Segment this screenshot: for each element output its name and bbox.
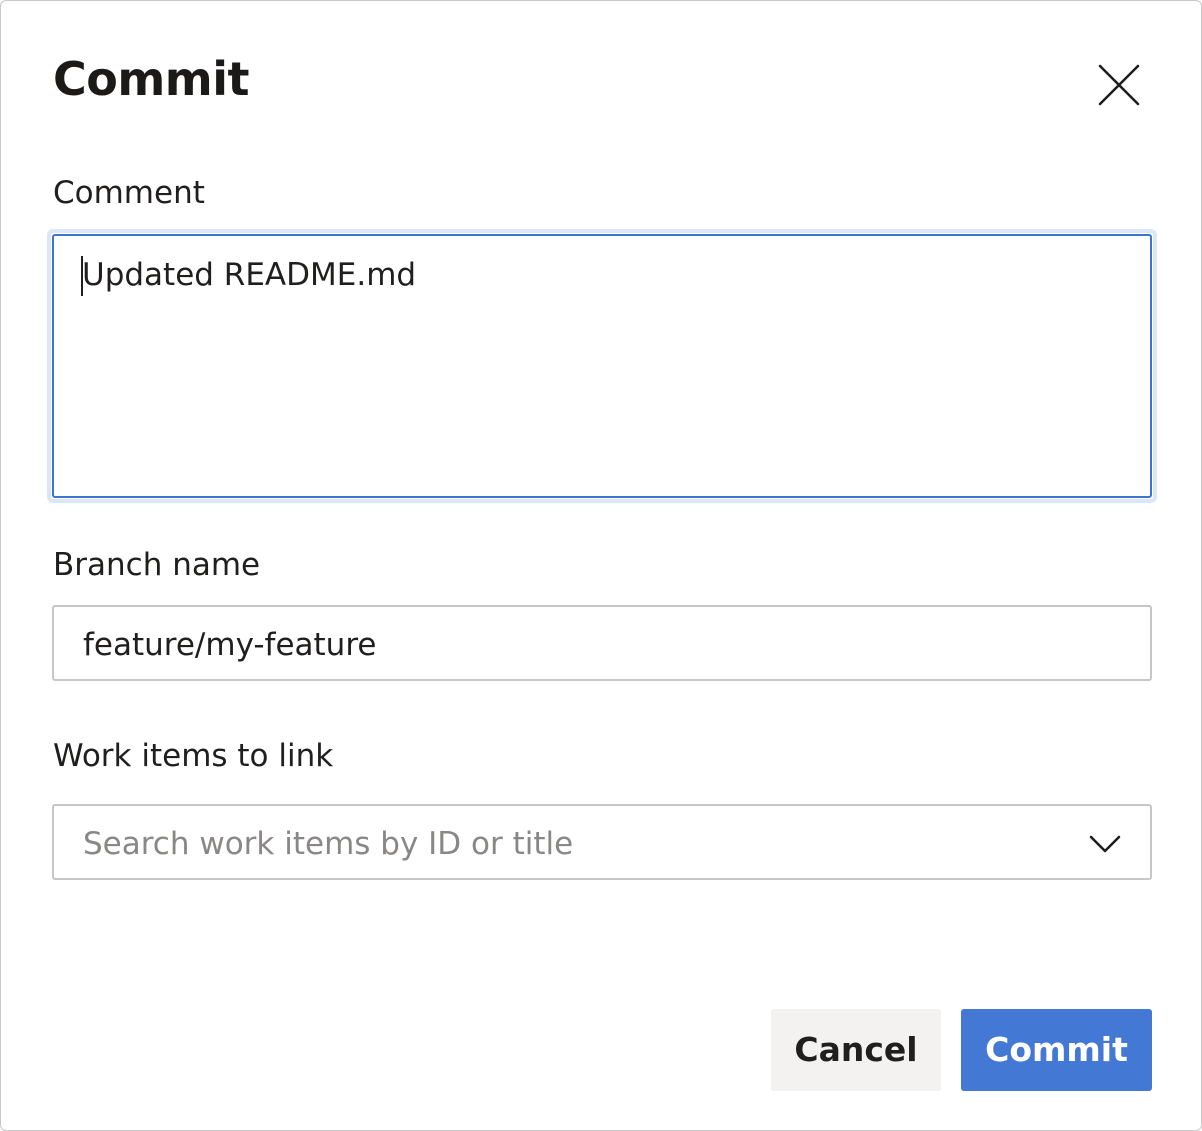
comment-label: Comment [53, 175, 205, 211]
commit-dialog: Commit Comment Updated README.md Branch … [0, 0, 1202, 1131]
branch-name-label: Branch name [53, 547, 261, 583]
work-items-placeholder: Search work items by ID or title [83, 826, 574, 862]
commit-button[interactable]: Commit [961, 1009, 1152, 1091]
cancel-button[interactable]: Cancel [771, 1009, 941, 1091]
comment-textarea[interactable]: Updated README.md [52, 234, 1152, 498]
close-icon [1098, 64, 1140, 106]
branch-name-input[interactable]: feature/my-feature [52, 605, 1152, 681]
comment-focus-ring: Updated README.md [47, 229, 1157, 503]
chevron-down-icon[interactable] [1088, 828, 1122, 858]
work-items-search-dropdown[interactable]: Search work items by ID or title [52, 804, 1152, 880]
branch-name-value: feature/my-feature [83, 627, 377, 663]
close-button[interactable] [1089, 55, 1149, 115]
comment-value: Updated README.md [82, 257, 417, 293]
work-items-label: Work items to link [53, 738, 334, 774]
dialog-title: Commit [53, 52, 249, 106]
